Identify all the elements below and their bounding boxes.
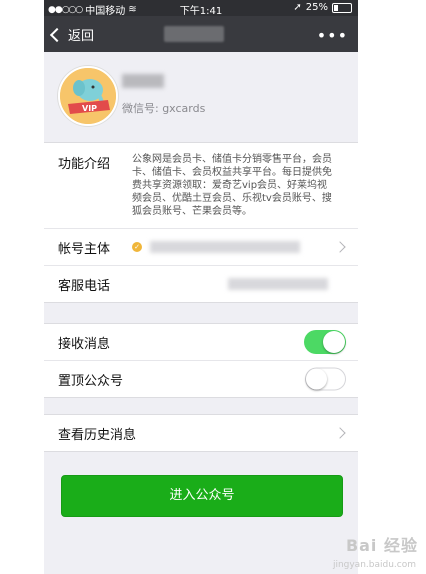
function-label: 功能介绍 [58, 157, 111, 172]
watermark-sub: jingyan.baidu.com [332, 560, 416, 570]
watermark: Bai 经验 [345, 536, 418, 555]
profile-header: VIP 微信号: gxcards [44, 52, 358, 142]
toggle-knob [306, 368, 327, 390]
status-bar: ●●○○○ 中国移动 ≋ 下午1:41 ➚ 25% [44, 0, 358, 17]
history-label: 查看历史消息 [58, 427, 137, 443]
info-card: 功能介绍 公象网是会员卡、储值卡分销零售平台，会员卡、储值卡、会员权益共享平台。… [44, 142, 358, 303]
nav-bar: 返回 ••• [44, 16, 358, 52]
receive-messages-label: 接收消息 [58, 336, 111, 352]
battery-icon [332, 2, 352, 13]
account-name-blurred [122, 74, 164, 88]
function-row: 功能介绍 公象网是会员卡、储值卡分销零售平台，会员卡、储值卡、会员权益共享平台。… [44, 143, 358, 228]
service-phone-label: 客服电话 [58, 278, 111, 294]
function-text: 公象网是会员卡、储值卡分销零售平台，会员卡、储值卡、会员权益共享平台。每日提供免… [132, 154, 332, 217]
back-button[interactable]: 返回 [49, 25, 95, 44]
toggle-knob [323, 331, 345, 353]
svg-text:VIP: VIP [82, 104, 97, 113]
history-card: 查看历史消息 [44, 414, 358, 452]
service-phone-blurred [228, 278, 328, 290]
history-row[interactable]: 查看历史消息 [44, 415, 358, 451]
chevron-right-icon [334, 241, 346, 253]
pin-account-toggle[interactable] [305, 367, 346, 391]
receive-messages-toggle[interactable] [304, 330, 346, 354]
more-button[interactable]: ••• [317, 26, 348, 45]
location-icon: ➚ [293, 2, 302, 13]
chevron-left-icon [49, 27, 65, 42]
back-label: 返回 [68, 29, 95, 44]
battery-label: 25% [305, 2, 328, 13]
settings-card: 接收消息 置顶公众号 [44, 323, 358, 398]
wechat-id: 微信号: gxcards [122, 102, 206, 115]
chevron-right-icon [334, 427, 346, 439]
account-entity-blurred [150, 241, 300, 253]
enter-account-button[interactable]: 进入公众号 [61, 475, 343, 517]
status-right: ➚ 25% [293, 2, 352, 13]
nav-title-blurred [164, 26, 224, 42]
pin-account-row: 置顶公众号 [44, 360, 358, 397]
account-entity-label: 帐号主体 [58, 241, 111, 257]
pin-account-label: 置顶公众号 [58, 373, 124, 389]
receive-messages-row: 接收消息 [44, 324, 358, 360]
service-phone-row[interactable]: 客服电话 [44, 265, 358, 302]
account-entity-row[interactable]: 帐号主体 ✓ [44, 228, 358, 265]
verified-badge-icon: ✓ [132, 242, 142, 252]
phone-screen: ●●○○○ 中国移动 ≋ 下午1:41 ➚ 25% 返回 ••• VIP 微信号… [44, 0, 358, 574]
elephant-logo-icon: VIP [60, 68, 116, 124]
avatar[interactable]: VIP [58, 66, 118, 126]
